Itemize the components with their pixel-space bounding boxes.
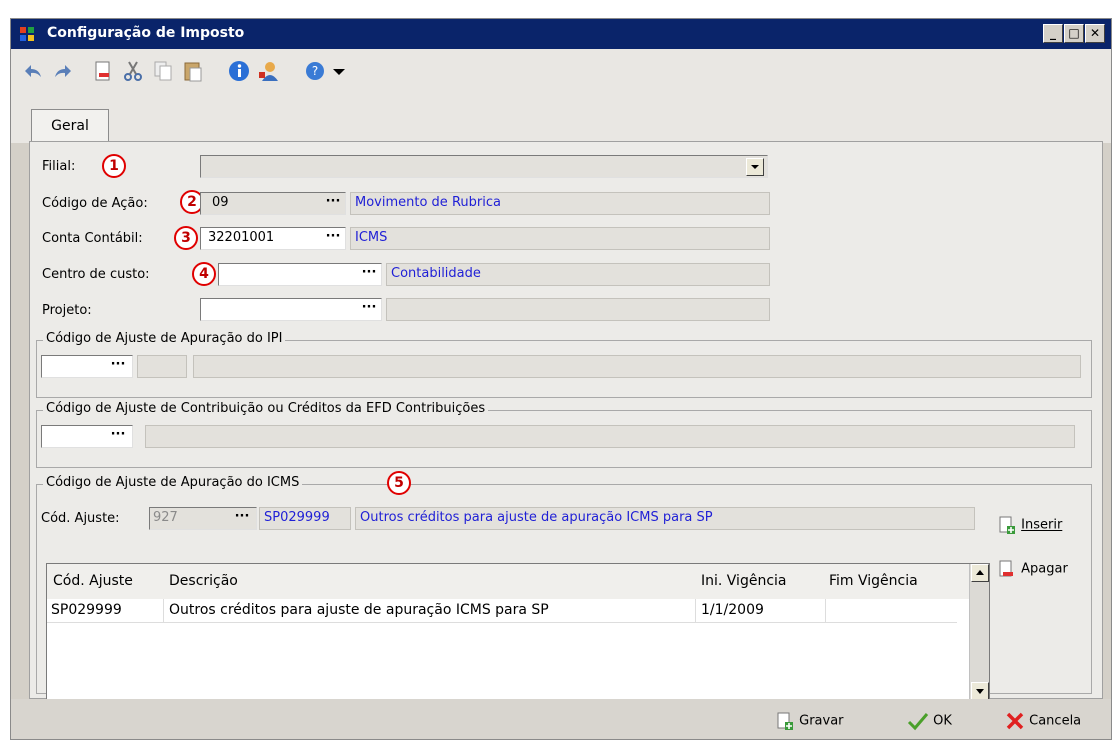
insert-button[interactable]: Inserir (997, 515, 1062, 535)
row-descricao: Outros créditos para ajuste de apuração … (169, 602, 549, 618)
ipi-code-display (137, 355, 187, 378)
efd-group-legend: Código de Ajuste de Contribuição ou Créd… (43, 401, 489, 416)
cancel-button[interactable]: Cancela (1005, 711, 1081, 731)
ipi-lookup-button[interactable]: ··· (105, 357, 131, 378)
paste-icon[interactable] (181, 59, 205, 83)
scroll-down-icon (976, 689, 984, 694)
codigo-acao-label: Código de Ação: (42, 196, 148, 211)
help-icon[interactable]: ? (303, 59, 327, 83)
filial-label: Filial: (42, 159, 76, 174)
conta-contabil-label: Conta Contábil: (42, 231, 143, 246)
column-header-descricao[interactable]: Descrição (169, 573, 238, 589)
app-icon (20, 27, 34, 41)
minimize-button[interactable]: _ (1043, 24, 1063, 43)
column-header-ini-vigencia[interactable]: Ini. Vigência (701, 573, 787, 589)
insert-label: Inserir (1021, 517, 1063, 533)
efd-description (145, 425, 1075, 448)
projeto-description (386, 298, 770, 321)
row-ini-vigencia: 1/1/2009 (701, 602, 764, 618)
marker-4: 4 (192, 262, 216, 286)
scroll-up-button[interactable] (971, 564, 989, 582)
checkmark-icon (907, 713, 929, 731)
dropdown-arrow-icon[interactable] (327, 59, 351, 83)
copy-icon[interactable] (151, 59, 175, 83)
marker-1: 1 (102, 154, 126, 178)
toolbar: ? (11, 49, 1111, 93)
projeto-lookup-button[interactable]: ··· (356, 300, 382, 321)
user-icon[interactable] (257, 59, 281, 83)
ipi-group: Código de Ajuste de Apuração do IPI ··· (36, 331, 1092, 398)
column-header-fim-vigencia[interactable]: Fim Vigência (829, 573, 918, 589)
window-title: Configuração de Imposto (47, 25, 245, 41)
scroll-up-icon (976, 570, 984, 575)
marker-3: 3 (174, 226, 198, 250)
conta-contabil-description: ICMS (350, 227, 770, 250)
redo-icon[interactable] (51, 59, 75, 83)
cancel-x-icon (1006, 712, 1024, 730)
footer-bar: Gravar OK Cancela (11, 699, 1111, 739)
marker-5: 5 (387, 471, 411, 495)
efd-lookup-button[interactable]: ··· (105, 427, 131, 448)
efd-group: Código de Ajuste de Contribuição ou Créd… (36, 401, 1092, 468)
ok-button[interactable]: OK (907, 711, 952, 731)
centro-custo-label: Centro de custo: (42, 267, 150, 282)
projeto-label: Projeto: (42, 303, 92, 318)
insert-doc-icon (999, 516, 1015, 534)
centro-custo-description: Contabilidade (386, 263, 770, 286)
projeto-input[interactable] (200, 298, 382, 321)
table-header: Cód. Ajuste Descrição Ini. Vigência Fim … (47, 564, 969, 599)
chevron-down-icon (751, 165, 759, 169)
svg-text:?: ? (312, 64, 318, 78)
tab-strip: Geral (11, 93, 1111, 143)
save-doc-icon (777, 712, 793, 730)
close-button[interactable]: ✕ (1085, 24, 1105, 43)
info-icon[interactable] (227, 59, 251, 83)
cancel-label: Cancela (1029, 713, 1082, 729)
cod-ajuste-description: Outros créditos para ajuste de apuração … (355, 507, 975, 530)
table-scrollbar[interactable] (969, 564, 989, 700)
maximize-button[interactable]: □ (1064, 24, 1084, 43)
centro-custo-lookup-button[interactable]: ··· (356, 265, 382, 286)
tab-geral[interactable]: Geral (31, 109, 109, 143)
codigo-acao-description: Movimento de Rubrica (350, 192, 770, 215)
filial-dropdown-button[interactable] (746, 158, 764, 176)
delete-button[interactable]: Apagar (997, 559, 1068, 579)
column-header-cod-ajuste[interactable]: Cód. Ajuste (53, 573, 133, 589)
undo-icon[interactable] (21, 59, 45, 83)
icms-group-legend: Código de Ajuste de Apuração do ICMS (43, 475, 303, 490)
delete-doc-icon (999, 560, 1013, 577)
new-doc-icon[interactable] (91, 59, 115, 83)
cod-ajuste-code-display: SP029999 (259, 507, 351, 530)
icms-adjust-table[interactable]: Cód. Ajuste Descrição Ini. Vigência Fim … (46, 563, 990, 701)
cut-icon[interactable] (121, 59, 145, 83)
save-button[interactable]: Gravar (775, 711, 844, 731)
conta-contabil-value: 32201001 (208, 230, 275, 245)
filial-select[interactable] (200, 155, 768, 178)
ipi-group-legend: Código de Ajuste de Apuração do IPI (43, 331, 286, 346)
scroll-down-button[interactable] (971, 682, 989, 700)
geral-panel: Filial: 1 Código de Ação: 2 09 ··· Movim… (29, 141, 1103, 701)
delete-label: Apagar (1021, 561, 1068, 577)
tax-config-window: Configuração de Imposto _ □ ✕ ? Geral Fi… (10, 18, 1112, 740)
cod-ajuste-label: Cód. Ajuste: (41, 511, 120, 526)
row-cod-ajuste: SP029999 (51, 602, 122, 618)
table-row[interactable]: SP029999 Outros créditos para ajuste de … (47, 599, 957, 623)
ipi-description (193, 355, 1081, 378)
save-label: Gravar (799, 713, 844, 729)
codigo-acao-lookup-button[interactable]: ··· (320, 194, 346, 215)
codigo-acao-value: 09 (212, 195, 229, 210)
title-bar: Configuração de Imposto _ □ ✕ (11, 19, 1111, 49)
conta-contabil-lookup-button[interactable]: ··· (320, 229, 346, 250)
cod-ajuste-lookup-button[interactable]: ··· (229, 509, 255, 530)
ok-label: OK (933, 713, 952, 729)
